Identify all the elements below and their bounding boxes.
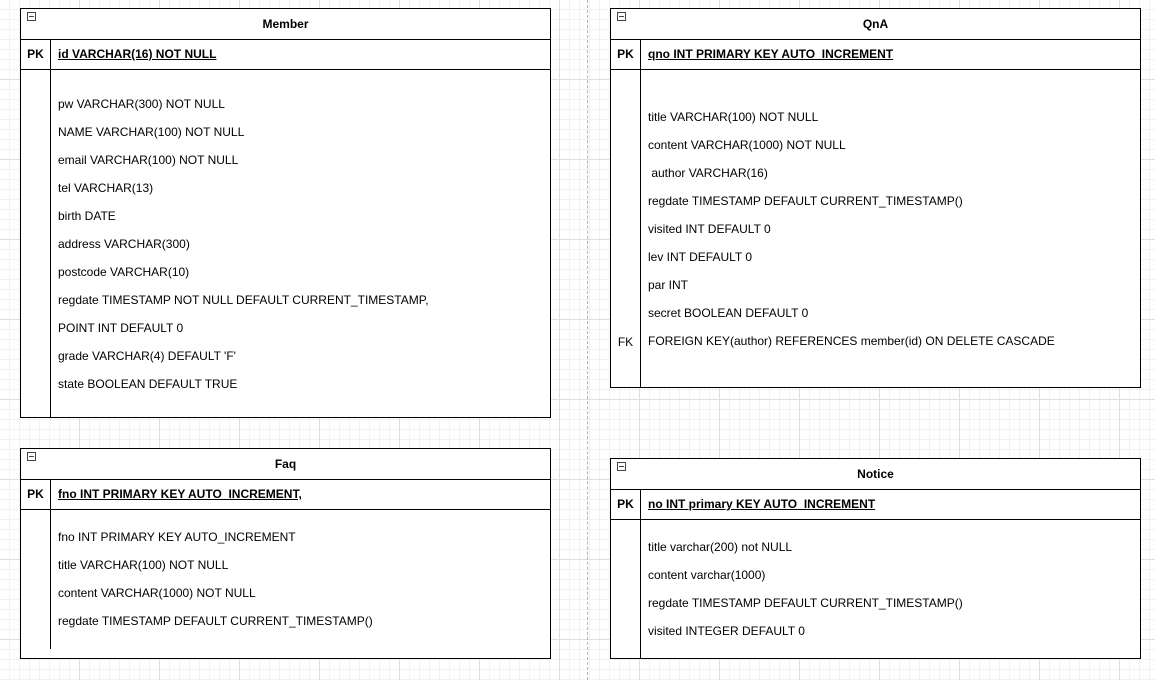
table-title: Member	[262, 17, 309, 31]
foreign-key-row[interactable]: FOREIGN KEY(author) REFERENCES member(id…	[648, 334, 1055, 348]
field-row[interactable]: POINT INT DEFAULT 0	[58, 321, 183, 335]
column-divider	[640, 39, 641, 69]
field-row[interactable]: pw VARCHAR(300) NOT NULL	[58, 97, 225, 111]
field-row[interactable]: grade VARCHAR(4) DEFAULT 'F'	[58, 349, 236, 363]
table-header[interactable]: QnA	[611, 9, 1140, 40]
canvas-divider	[587, 0, 588, 680]
field-row[interactable]: title varchar(200) not NULL	[648, 540, 792, 554]
table-faq[interactable]: Faq PK fno INT PRIMARY KEY AUTO_INCREMEN…	[20, 448, 551, 659]
pk-field: qno INT PRIMARY KEY AUTO_INCREMENT	[648, 47, 894, 61]
pk-label: PK	[617, 497, 634, 511]
field-row[interactable]: postcode VARCHAR(10)	[58, 265, 189, 279]
table-title: Faq	[274, 457, 297, 471]
table-header[interactable]: Faq	[21, 449, 550, 480]
field-row[interactable]: regdate TIMESTAMP DEFAULT CURRENT_TIMEST…	[648, 194, 963, 208]
field-row[interactable]: visited INT DEFAULT 0	[648, 222, 771, 236]
field-row[interactable]: content varchar(1000)	[648, 568, 765, 582]
field-row[interactable]: email VARCHAR(100) NOT NULL	[58, 153, 238, 167]
pk-label: PK	[617, 47, 634, 61]
pk-label: PK	[27, 487, 44, 501]
column-divider	[640, 70, 641, 387]
field-row[interactable]: content VARCHAR(1000) NOT NULL	[648, 138, 846, 152]
table-qna[interactable]: QnA PK qno INT PRIMARY KEY AUTO_INCREMEN…	[610, 8, 1141, 388]
table-title: Notice	[857, 467, 894, 481]
field-row[interactable]: author VARCHAR(16)	[648, 166, 768, 180]
field-row[interactable]: visited INTEGER DEFAULT 0	[648, 624, 805, 638]
column-divider	[640, 489, 641, 519]
field-row[interactable]: state BOOLEAN DEFAULT TRUE	[58, 377, 237, 391]
field-row[interactable]: NAME VARCHAR(100) NOT NULL	[58, 125, 244, 139]
field-row[interactable]: tel VARCHAR(13)	[58, 181, 153, 195]
column-divider	[50, 479, 51, 509]
primary-key-row[interactable]: PK fno INT PRIMARY KEY AUTO_INCREMENT,	[21, 479, 550, 510]
field-row[interactable]: lev INT DEFAULT 0	[648, 250, 752, 264]
field-row[interactable]: title VARCHAR(100) NOT NULL	[58, 558, 228, 572]
table-header[interactable]: Member	[21, 9, 550, 40]
pk-label: PK	[27, 47, 44, 61]
column-divider	[640, 520, 641, 658]
field-row[interactable]: secret BOOLEAN DEFAULT 0	[648, 306, 808, 320]
table-title: QnA	[862, 17, 889, 31]
field-row[interactable]: par INT	[648, 278, 688, 292]
pk-field: fno INT PRIMARY KEY AUTO_INCREMENT,	[58, 487, 302, 501]
field-row[interactable]: address VARCHAR(300)	[58, 237, 190, 251]
fk-label: FK	[617, 335, 634, 349]
table-notice[interactable]: Notice PK no INT primary KEY AUTO_INCREM…	[610, 458, 1141, 659]
field-row[interactable]: regdate TIMESTAMP DEFAULT CURRENT_TIMEST…	[648, 596, 963, 610]
pk-field: id VARCHAR(16) NOT NULL	[58, 47, 217, 61]
table-header[interactable]: Notice	[611, 459, 1140, 490]
column-divider	[50, 39, 51, 69]
column-divider	[50, 510, 51, 649]
field-row[interactable]: content VARCHAR(1000) NOT NULL	[58, 586, 256, 600]
field-row[interactable]: title VARCHAR(100) NOT NULL	[648, 110, 818, 124]
column-divider	[50, 70, 51, 417]
primary-key-row[interactable]: PK id VARCHAR(16) NOT NULL	[21, 39, 550, 70]
pk-field: no INT primary KEY AUTO_INCREMENT	[648, 497, 876, 511]
field-row[interactable]: regdate TIMESTAMP DEFAULT CURRENT_TIMEST…	[58, 614, 373, 628]
table-member[interactable]: Member PK id VARCHAR(16) NOT NULL pw VAR…	[20, 8, 551, 418]
primary-key-row[interactable]: PK qno INT PRIMARY KEY AUTO_INCREMENT	[611, 39, 1140, 70]
field-row[interactable]: fno INT PRIMARY KEY AUTO_INCREMENT	[58, 530, 296, 544]
primary-key-row[interactable]: PK no INT primary KEY AUTO_INCREMENT	[611, 489, 1140, 520]
field-row[interactable]: birth DATE	[58, 209, 116, 223]
field-row[interactable]: regdate TIMESTAMP NOT NULL DEFAULT CURRE…	[58, 293, 429, 307]
